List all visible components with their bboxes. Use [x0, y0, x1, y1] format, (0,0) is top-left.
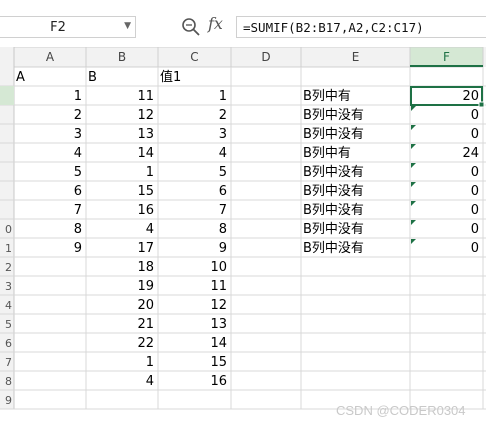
cell-e5[interactable]: B列中有 — [303, 146, 351, 161]
cell-c14[interactable]: 13 — [210, 317, 227, 332]
formula-bar: F2 ▼ fx =SUMIF(B2:B17,A2,C2:C17) — [0, 0, 486, 47]
error-indicator-icon — [411, 125, 416, 130]
cell-b11[interactable]: 18 — [137, 260, 154, 275]
formula-input[interactable]: =SUMIF(B2:B17,A2,C2:C17) — [236, 16, 486, 38]
cell-a7[interactable]: 6 — [74, 184, 82, 199]
name-box-value: F2 — [50, 20, 66, 35]
column-header-label: C — [190, 50, 198, 64]
cell-b9[interactable]: 4 — [146, 222, 154, 237]
cell-b16[interactable]: 1 — [146, 355, 154, 370]
cell-c15[interactable]: 14 — [210, 336, 227, 351]
cell-f4[interactable]: 0 — [471, 127, 479, 142]
cell-a10[interactable]: 9 — [74, 241, 82, 256]
cell-b3[interactable]: 12 — [137, 108, 154, 123]
cell-c9[interactable]: 8 — [219, 222, 227, 237]
cell-a4[interactable]: 3 — [74, 127, 82, 142]
cell-f5[interactable]: 24 — [462, 146, 479, 161]
row-header-label[interactable]: 5 — [5, 318, 12, 331]
cell-f7[interactable]: 0 — [471, 184, 479, 199]
row-header-label[interactable]: 8 — [5, 375, 12, 388]
cell-c6[interactable]: 5 — [219, 165, 227, 180]
cell-c7[interactable]: 6 — [219, 184, 227, 199]
error-indicator-icon — [411, 163, 416, 168]
row-header-label[interactable]: 7 — [5, 356, 12, 369]
cell-a9[interactable]: 8 — [74, 222, 82, 237]
cell-b4[interactable]: 13 — [137, 127, 154, 142]
cell-f3[interactable]: 0 — [471, 108, 479, 123]
error-indicator-icon — [411, 239, 416, 244]
row-header-label[interactable]: 2 — [5, 261, 12, 274]
column-header-label: B — [118, 50, 126, 64]
error-indicator-icon — [411, 144, 416, 149]
name-box[interactable]: F2 ▼ — [0, 16, 136, 38]
cell-a5[interactable]: 4 — [74, 146, 82, 161]
column-header-label: D — [261, 50, 270, 64]
cell-f8[interactable]: 0 — [471, 203, 479, 218]
cell-c2[interactable]: 1 — [219, 89, 227, 104]
cell-c13[interactable]: 12 — [210, 298, 227, 313]
column-header-label: E — [352, 50, 360, 64]
cell-e7[interactable]: B列中没有 — [303, 184, 364, 199]
fx-icon[interactable]: fx — [208, 14, 223, 33]
cell-b14[interactable]: 21 — [137, 317, 154, 332]
error-indicator-icon — [411, 106, 416, 111]
cell-c4[interactable]: 3 — [219, 127, 227, 142]
cell-f9[interactable]: 0 — [471, 222, 479, 237]
error-indicator-icon — [411, 182, 416, 187]
row-header-label[interactable]: 9 — [5, 394, 12, 407]
column-header-label: A — [46, 50, 55, 64]
cell-b17[interactable]: 4 — [146, 374, 154, 389]
watermark: CSDN @CODER0304 — [336, 403, 466, 418]
row-header-label[interactable]: 6 — [5, 337, 12, 350]
cell-a8[interactable]: 7 — [74, 203, 82, 218]
cell-b2[interactable]: 11 — [137, 89, 154, 104]
cell-e2[interactable]: B列中有 — [303, 89, 351, 104]
cell-b7[interactable]: 15 — [137, 184, 154, 199]
error-indicator-icon — [411, 220, 416, 225]
cell-b13[interactable]: 20 — [137, 298, 154, 313]
cell-b8[interactable]: 16 — [137, 203, 154, 218]
cell-e4[interactable]: B列中没有 — [303, 127, 364, 142]
cell-b12[interactable]: 19 — [137, 279, 154, 294]
cell-e10[interactable]: B列中没有 — [303, 241, 364, 256]
cell-b1[interactable]: B — [88, 70, 97, 85]
zoom-icon[interactable] — [181, 17, 201, 37]
row-header-label[interactable]: 0 — [5, 223, 12, 236]
cell-b15[interactable]: 22 — [137, 336, 154, 351]
cell-a6[interactable]: 5 — [74, 165, 82, 180]
cell-a1[interactable]: A — [16, 70, 25, 85]
fill-handle[interactable] — [478, 101, 485, 108]
error-indicator-icon — [411, 201, 416, 206]
cell-c3[interactable]: 2 — [219, 108, 227, 123]
cell-b6[interactable]: 1 — [146, 165, 154, 180]
selected-row-header — [0, 86, 14, 105]
cell-c17[interactable]: 16 — [210, 374, 227, 389]
cell-f10[interactable]: 0 — [471, 241, 479, 256]
cell-e6[interactable]: B列中没有 — [303, 165, 364, 180]
cell-c1[interactable]: 值1 — [160, 69, 181, 85]
spreadsheet-grid: A B C D E FA B 值11 11 1 B列中有 202 12 2 B列中没有 03 13 3 B列中没有 0… — [0, 47, 486, 410]
cell-c8[interactable]: 7 — [219, 203, 227, 218]
cell-c11[interactable]: 10 — [210, 260, 227, 275]
cell-a2[interactable]: 1 — [74, 89, 82, 104]
cell-b10[interactable]: 17 — [137, 241, 154, 256]
cell-e3[interactable]: B列中没有 — [303, 108, 364, 123]
cell-c12[interactable]: 11 — [210, 279, 227, 294]
cell-e8[interactable]: B列中没有 — [303, 203, 364, 218]
formula-text: =SUMIF(B2:B17,A2,C2:C17) — [243, 20, 424, 35]
cell-f2[interactable]: 20 — [462, 89, 479, 104]
chevron-down-icon[interactable]: ▼ — [124, 21, 131, 31]
cell-f6[interactable]: 0 — [471, 165, 479, 180]
cell-b5[interactable]: 14 — [137, 146, 154, 161]
row-header-label[interactable]: 4 — [5, 299, 12, 312]
column-header-label: F — [443, 50, 450, 64]
cell-c10[interactable]: 9 — [219, 241, 227, 256]
cell-c16[interactable]: 15 — [210, 355, 227, 370]
cell-c5[interactable]: 4 — [219, 146, 227, 161]
cell-a3[interactable]: 2 — [74, 108, 82, 123]
cell-e9[interactable]: B列中没有 — [303, 222, 364, 237]
row-header-label[interactable]: 1 — [5, 242, 12, 255]
row-header-label[interactable]: 3 — [5, 280, 12, 293]
